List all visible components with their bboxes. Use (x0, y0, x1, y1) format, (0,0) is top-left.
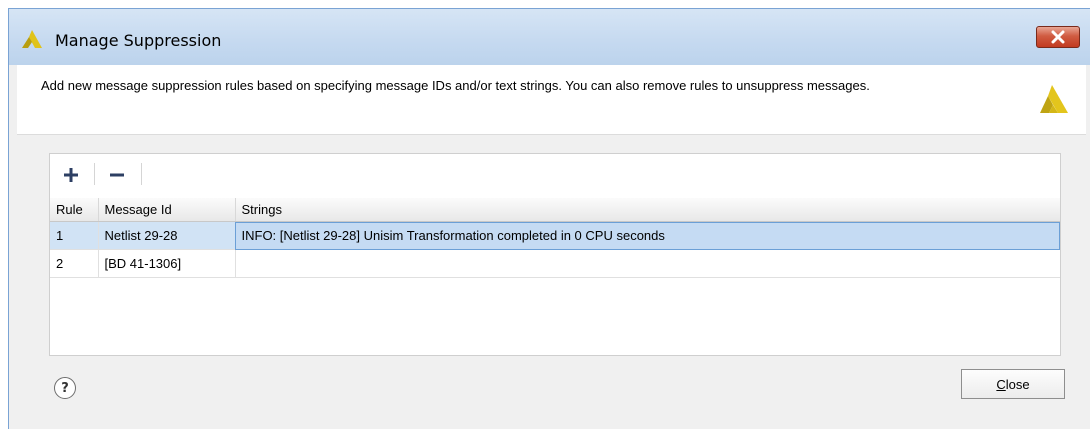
close-button-mnemonic: C (996, 376, 1006, 392)
rules-table: Rule Message Id Strings 1 Netlist 29-28 … (50, 198, 1060, 278)
vivado-logo-icon (1040, 85, 1068, 113)
window-title: Manage Suppression (55, 31, 222, 50)
toolbar-separator (141, 163, 142, 185)
close-button[interactable]: Close (961, 369, 1065, 399)
table-row[interactable]: 2 [BD 41-1306] (50, 249, 1060, 278)
message-id-cell[interactable]: [BD 41-1306] (98, 249, 236, 278)
close-button-label: lose (1005, 376, 1030, 392)
toolbar-separator (94, 163, 95, 185)
column-header-message-id[interactable]: Message Id (98, 198, 236, 222)
help-icon: ? (61, 380, 69, 396)
window-close-button[interactable] (1036, 26, 1080, 48)
table-header-row: Rule Message Id Strings (50, 198, 1060, 222)
description-text: Add new message suppression rules based … (41, 78, 870, 93)
rule-cell[interactable]: 1 (50, 221, 99, 250)
close-icon (1051, 30, 1065, 44)
strings-cell[interactable] (235, 249, 1060, 278)
column-header-rule[interactable]: Rule (50, 198, 99, 222)
help-button[interactable]: ? (54, 377, 76, 399)
message-id-cell[interactable]: Netlist 29-28 (98, 221, 236, 250)
title-bar[interactable]: Manage Suppression (9, 9, 1090, 65)
strings-cell[interactable]: INFO: [Netlist 29-28] Unisim Transformat… (235, 221, 1060, 250)
rules-toolbar (50, 154, 1060, 196)
rule-cell[interactable]: 2 (50, 249, 99, 278)
rules-panel: Rule Message Id Strings 1 Netlist 29-28 … (49, 153, 1061, 356)
vivado-logo-icon (22, 30, 42, 48)
dialog-window: Manage Suppression Add new message suppr… (8, 8, 1090, 429)
remove-rule-button[interactable] (105, 163, 129, 187)
add-rule-button[interactable] (59, 163, 83, 187)
table-row[interactable]: 1 Netlist 29-28 INFO: [Netlist 29-28] Un… (50, 221, 1060, 250)
description-panel: Add new message suppression rules based … (17, 65, 1086, 135)
plus-icon (64, 168, 78, 182)
minus-icon (110, 173, 124, 177)
column-header-strings[interactable]: Strings (235, 198, 1060, 222)
